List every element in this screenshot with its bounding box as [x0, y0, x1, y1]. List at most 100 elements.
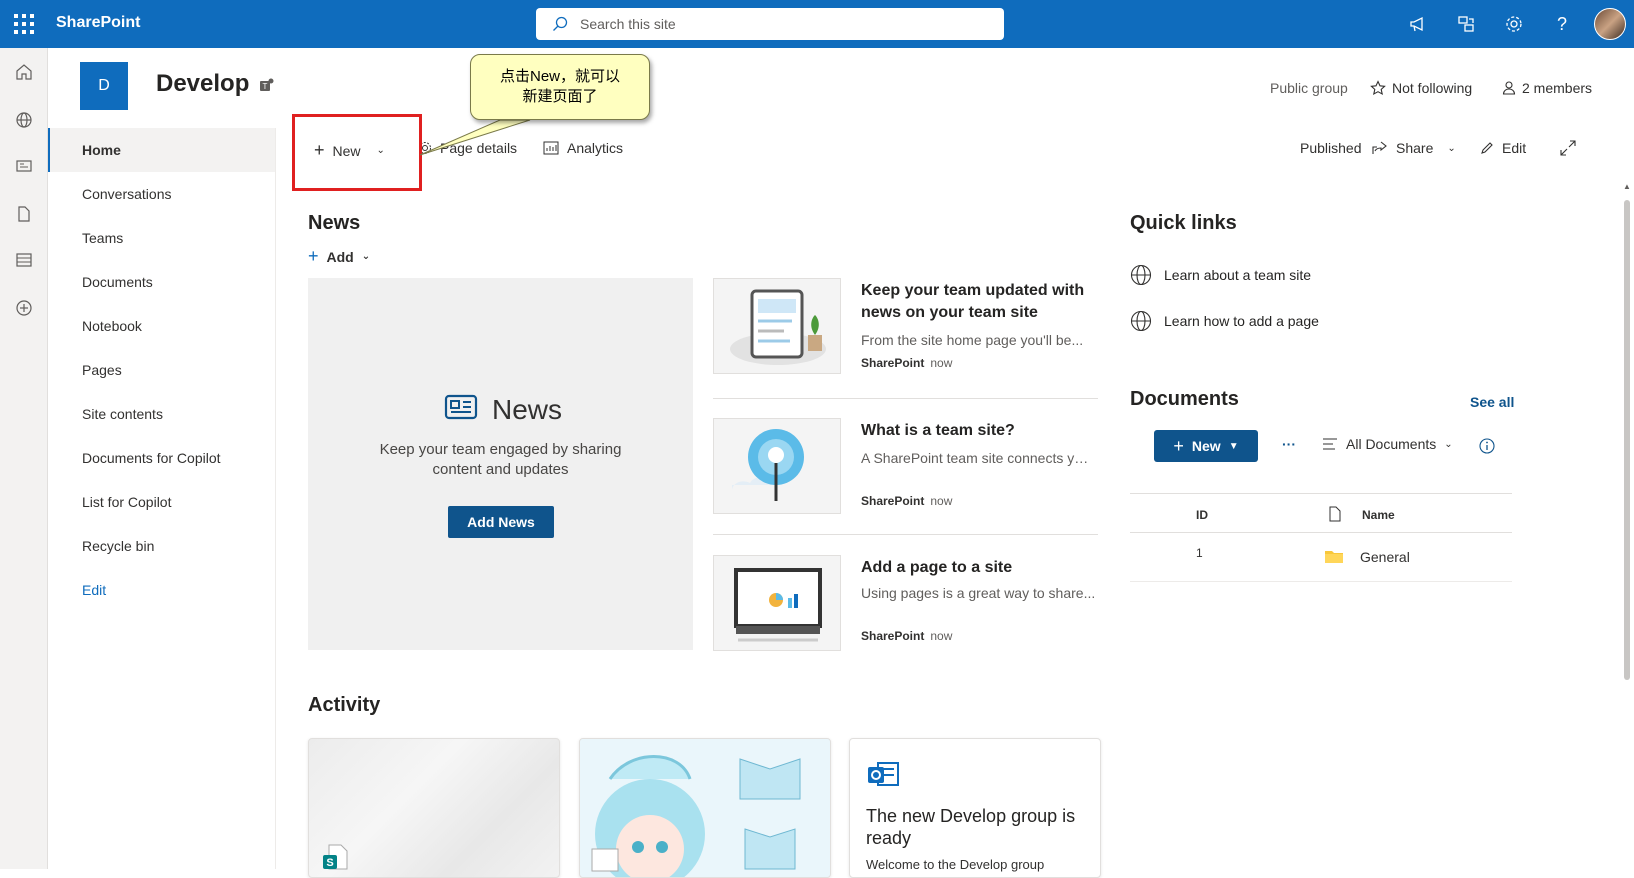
- expand-icon[interactable]: [1560, 140, 1576, 156]
- news-thumbnail-tablet: [713, 278, 841, 374]
- news-thumbnail-monitor: [713, 555, 841, 651]
- divider: [713, 398, 1098, 399]
- news-add-button[interactable]: + Add ⌄: [308, 246, 370, 267]
- add-news-button[interactable]: Add News: [448, 506, 554, 538]
- news-time: now: [930, 356, 953, 370]
- share-icon: [1372, 141, 1387, 154]
- page-scrollbar[interactable]: ▲: [1620, 180, 1634, 869]
- nav-item-documents-for-copilot[interactable]: Documents for Copilot: [48, 436, 275, 480]
- news-item-desc: A SharePoint team site connects you...: [861, 450, 1096, 466]
- members-label: 2 members: [1522, 80, 1593, 96]
- nav-item-list-for-copilot[interactable]: List for Copilot: [48, 480, 275, 524]
- news-item-title[interactable]: Keep your team updated with news on your…: [861, 280, 1096, 324]
- file-type-icon: [1329, 506, 1341, 522]
- megaphone-icon[interactable]: [1406, 12, 1430, 36]
- news-source: SharePoint: [861, 494, 925, 508]
- nav-edit-link[interactable]: Edit: [48, 568, 275, 612]
- site-title[interactable]: Develop: [156, 70, 249, 98]
- share-teams-icon[interactable]: [1454, 12, 1478, 36]
- file-icon[interactable]: [14, 204, 34, 224]
- nav-item-conversations[interactable]: Conversations: [48, 172, 275, 216]
- share-button[interactable]: Share ⌄: [1372, 140, 1456, 156]
- see-all-link[interactable]: See all: [1470, 394, 1514, 410]
- chevron-down-icon: ⌄: [361, 251, 371, 262]
- sharepoint-file-icon: S: [323, 844, 348, 870]
- news-item[interactable]: Keep your team updated with news on your…: [713, 278, 1098, 404]
- activity-card[interactable]: The new Develop group is ready Welcome t…: [849, 738, 1101, 878]
- create-plus-icon[interactable]: [14, 298, 34, 318]
- nav-item-site-contents[interactable]: Site contents: [48, 392, 275, 436]
- news-item-title[interactable]: Add a page to a site: [861, 557, 1096, 579]
- documents-new-button[interactable]: + New ▼: [1154, 430, 1258, 462]
- column-name[interactable]: Name: [1362, 508, 1395, 522]
- site-logo[interactable]: D: [80, 62, 128, 110]
- teams-icon[interactable]: T: [258, 76, 276, 94]
- quicklinks-heading: Quick links: [1130, 212, 1237, 234]
- help-icon[interactable]: ?: [1550, 12, 1574, 36]
- activity-card-desc: Welcome to the Develop group: [866, 857, 1045, 872]
- nav-item-pages[interactable]: Pages: [48, 348, 275, 392]
- home-icon[interactable]: [14, 62, 34, 82]
- user-avatar[interactable]: [1594, 8, 1626, 40]
- nav-item-teams[interactable]: Teams: [48, 216, 275, 260]
- nav-item-recycle-bin[interactable]: Recycle bin: [48, 524, 275, 568]
- svg-text:S: S: [326, 857, 333, 869]
- list-view-icon: [1323, 438, 1337, 450]
- app-name[interactable]: SharePoint: [56, 14, 140, 32]
- follow-button[interactable]: Not following: [1370, 80, 1472, 96]
- edit-label: Edit: [1502, 140, 1527, 156]
- callout-line-1: 点击New，就可以: [499, 68, 620, 85]
- news-item[interactable]: What is a team site? A SharePoint team s…: [713, 418, 1098, 544]
- edit-page-button[interactable]: Edit: [1480, 140, 1526, 156]
- quicklink-item[interactable]: Learn how to add a page: [1130, 310, 1319, 332]
- news-icon[interactable]: [14, 156, 34, 176]
- nav-item-documents[interactable]: Documents: [48, 260, 275, 304]
- nav-item-home[interactable]: Home: [48, 128, 275, 172]
- view-selector[interactable]: All Documents ⌄: [1322, 436, 1453, 452]
- highlight-box: [292, 114, 422, 191]
- news-item-source: SharePoint now: [861, 356, 952, 370]
- more-options-button[interactable]: ···: [1282, 436, 1296, 452]
- search-box[interactable]: Search this site: [536, 8, 1004, 40]
- scroll-up-arrow[interactable]: ▲: [1623, 182, 1631, 191]
- analytics-button[interactable]: Analytics: [543, 140, 623, 156]
- column-id[interactable]: ID: [1196, 508, 1208, 522]
- nav-item-notebook[interactable]: Notebook: [48, 304, 275, 348]
- news-item-desc: From the site home page you'll be...: [861, 332, 1084, 348]
- members-button[interactable]: 2 members: [1502, 80, 1592, 96]
- activity-card[interactable]: [579, 738, 831, 878]
- status-label: Published: [1300, 140, 1362, 156]
- divider: [713, 534, 1098, 535]
- scroll-thumb[interactable]: [1624, 200, 1630, 680]
- anime-artwork-image: [580, 739, 830, 877]
- site-navigation: Home Conversations Teams Documents Noteb…: [48, 128, 276, 869]
- news-item-source: SharePoint now: [861, 494, 952, 508]
- news-placeholder-title: News: [492, 394, 563, 425]
- news-item-title[interactable]: What is a team site?: [861, 420, 1096, 442]
- search-placeholder: Search this site: [580, 16, 676, 32]
- activity-card-title: The new Develop group is ready: [866, 806, 1076, 848]
- documents-toolbar: + New ▼ ··· All Documents ⌄: [1154, 430, 1512, 462]
- settings-gear-icon[interactable]: [1502, 12, 1526, 36]
- globe-icon: [1130, 310, 1152, 332]
- view-label: All Documents: [1346, 436, 1437, 452]
- globe-icon: [1130, 264, 1152, 286]
- globe-icon[interactable]: [14, 110, 34, 130]
- page-details-button[interactable]: Page details: [418, 140, 517, 156]
- list-icon[interactable]: [14, 250, 34, 270]
- add-label: Add: [326, 248, 354, 265]
- news-item[interactable]: Add a page to a site Using pages is a gr…: [713, 555, 1098, 681]
- document-id: 1: [1196, 546, 1203, 560]
- news-item-source: SharePoint now: [861, 629, 952, 643]
- document-row[interactable]: 1 General: [1130, 534, 1512, 582]
- activity-card[interactable]: S: [308, 738, 560, 878]
- app-bar: [0, 48, 48, 869]
- news-icon: [444, 394, 478, 420]
- quicklink-item[interactable]: Learn about a team site: [1130, 264, 1311, 286]
- document-name[interactable]: General: [1360, 549, 1410, 565]
- annotation-callout: 点击New，就可以 新建页面了: [470, 54, 650, 120]
- quicklink-label: Learn how to add a page: [1164, 313, 1319, 329]
- app-launcher-icon[interactable]: [14, 14, 34, 34]
- info-icon[interactable]: [1479, 438, 1495, 454]
- folder-icon: [1325, 551, 1343, 563]
